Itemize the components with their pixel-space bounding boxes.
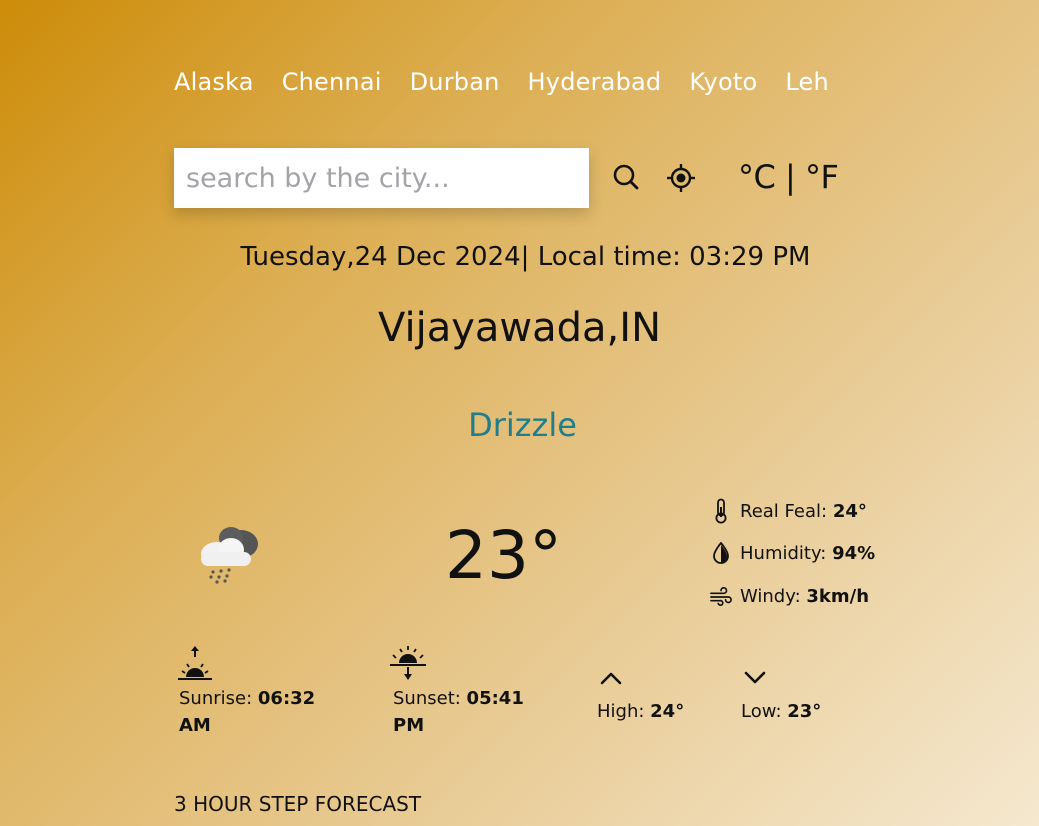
search-icon <box>613 164 639 190</box>
wind-label: Windy: <box>740 586 801 607</box>
sunrise-label: Sunrise: <box>179 688 258 709</box>
location-button[interactable] <box>666 163 696 193</box>
humidity-label: Humidity: <box>740 542 827 564</box>
city-link-alaska[interactable]: Alaska <box>174 68 254 96</box>
sunset-label: Sunset: <box>393 688 467 709</box>
sunset-text: Sunset: 05:41 PM <box>393 685 563 739</box>
search-box <box>174 148 589 208</box>
chevron-up-icon <box>600 670 622 690</box>
high-value: 24° <box>650 701 685 722</box>
sunset-time: 05:41 <box>466 688 524 709</box>
realfeel-value: 24° <box>832 500 867 522</box>
weather-icon <box>195 520 263 590</box>
high-label: High: <box>597 701 651 722</box>
sunrise-icon <box>176 645 214 687</box>
location-target-icon <box>667 164 695 192</box>
current-temperature: 23° <box>445 517 562 594</box>
weather-condition: Drizzle <box>468 406 577 444</box>
thermometer-icon <box>710 498 732 524</box>
wind-value: 3km/h <box>806 586 870 607</box>
low-temp: Low: 23° <box>741 701 821 722</box>
humidity-value: 94% <box>832 542 876 564</box>
city-link-kyoto[interactable]: Kyoto <box>689 68 757 96</box>
date-time: Tuesday,24 Dec 2024| Local time: 03:29 P… <box>240 242 811 272</box>
city-links: Alaska Chennai Durban Hyderabad Kyoto Le… <box>174 68 874 96</box>
chevron-down-icon <box>744 670 766 690</box>
drizzle-cloud-icon <box>201 527 258 584</box>
sunrise-time: 06:32 <box>257 688 316 709</box>
low-value: 23° <box>787 701 822 722</box>
forecast-title: 3 HOUR STEP FORECAST <box>174 792 422 816</box>
detail-wind: Windy: 3km/h <box>710 586 869 607</box>
search-button[interactable] <box>611 162 641 192</box>
detail-realfeel: Real Feal: 24° <box>710 498 867 524</box>
detail-humidity: Humidity: 94% <box>710 542 875 564</box>
sunrise-ampm: AM <box>179 715 211 736</box>
sunset-ampm: PM <box>393 715 425 736</box>
unit-toggle[interactable]: °C | °F <box>738 158 839 196</box>
city-link-chennai[interactable]: Chennai <box>282 68 382 96</box>
location-title: Vijayawada,IN <box>378 305 661 351</box>
high-temp: High: 24° <box>597 701 684 722</box>
city-link-hyderabad[interactable]: Hyderabad <box>528 68 662 96</box>
sunrise-text: Sunrise: 06:32 AM <box>179 685 349 739</box>
city-link-durban[interactable]: Durban <box>410 68 500 96</box>
realfeel-label: Real Feal: <box>740 500 828 522</box>
wind-icon <box>710 586 732 607</box>
search-input[interactable] <box>174 148 589 208</box>
low-label: Low: <box>741 701 788 722</box>
city-link-leh[interactable]: Leh <box>785 68 829 96</box>
humidity-drop-icon <box>710 542 732 564</box>
sunset-icon <box>388 645 428 687</box>
